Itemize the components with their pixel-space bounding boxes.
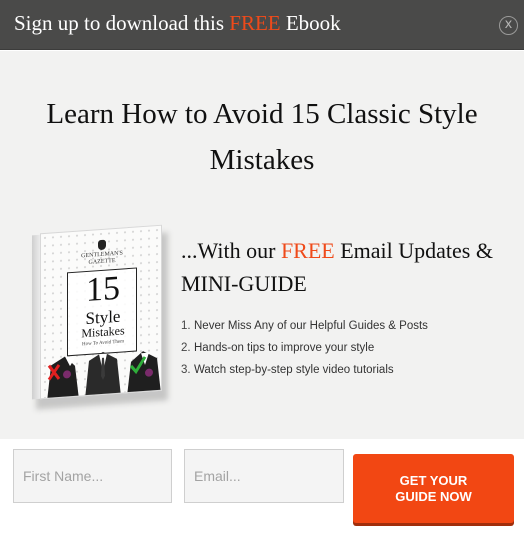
suits-illustration xyxy=(47,351,161,400)
popup-title: Sign up to download this FREE Ebook xyxy=(14,11,341,36)
signup-form: GET YOUR GUIDE NOW xyxy=(0,439,524,548)
list-item: 1. Never Miss Any of our Helpful Guides &… xyxy=(181,315,511,337)
ebook-cover-image: GENTLEMAN'S GAZETTE 15 Style Mistakes Ho… xyxy=(32,224,168,410)
popup-header: Sign up to download this FREE Ebook x xyxy=(0,0,524,50)
title-prefix: Sign up to download this xyxy=(14,11,230,35)
first-name-input[interactable] xyxy=(13,449,172,503)
headline: Learn How to Avoid 15 Classic Style Mist… xyxy=(46,98,478,176)
list-item-text: Never Miss Any of our Helpful Guides & P… xyxy=(194,320,428,332)
book-number: 15 xyxy=(86,269,120,310)
get-guide-button[interactable]: GET YOUR GUIDE NOW xyxy=(353,454,514,523)
lead-accent: FREE xyxy=(280,238,335,263)
list-item-number: 2. xyxy=(181,342,191,354)
crest-icon xyxy=(98,239,106,251)
lead-text: ...With our FREE Email Updates & MINI-GU… xyxy=(181,234,511,300)
email-input[interactable] xyxy=(184,449,344,503)
close-icon[interactable]: x xyxy=(499,16,518,35)
list-item-text: Watch step-by-step style video tutorials xyxy=(194,364,394,376)
popup-content: Learn How to Avoid 15 Classic Style Mist… xyxy=(0,51,524,439)
book-brand-logo: GENTLEMAN'S GAZETTE xyxy=(41,236,162,271)
list-item-number: 1. xyxy=(181,320,191,332)
lead-prefix: ...With our xyxy=(181,238,281,263)
list-item-number: 3. xyxy=(181,364,191,376)
title-suffix: Ebook xyxy=(280,11,341,35)
list-item: 3. Watch step-by-step style video tutoria… xyxy=(181,359,511,381)
title-accent: FREE xyxy=(229,11,281,35)
benefits-list: 1. Never Miss Any of our Helpful Guides &… xyxy=(181,315,511,381)
list-item-text: Hands-on tips to improve your style xyxy=(194,342,375,354)
list-item: 2. Hands-on tips to improve your style xyxy=(181,337,511,359)
book-cover: GENTLEMAN'S GAZETTE 15 Style Mistakes Ho… xyxy=(40,224,162,400)
